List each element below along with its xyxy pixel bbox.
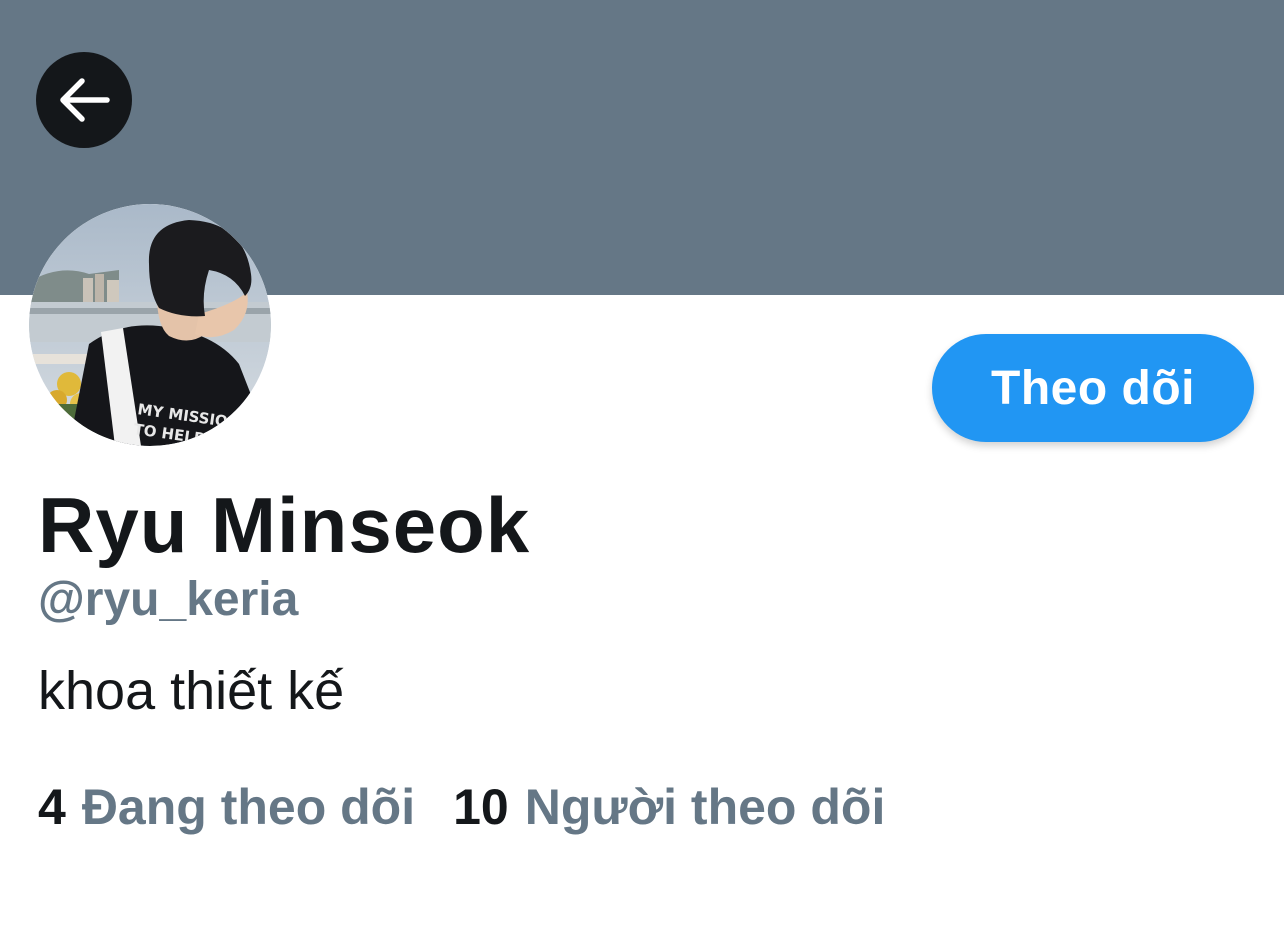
follow-button[interactable]: Theo dõi	[932, 334, 1254, 442]
followers-label: Người theo dõi	[524, 779, 886, 835]
followers-stat[interactable]: 10 Người theo dõi	[453, 778, 885, 836]
profile-bio: khoa thiết kế	[38, 661, 345, 721]
following-label: Đang theo dõi	[81, 779, 416, 835]
arrow-left-icon	[60, 78, 110, 122]
following-stat[interactable]: 4 Đang theo dõi	[38, 778, 415, 836]
followers-count: 10	[453, 779, 509, 835]
display-name: Ryu Minseok	[38, 481, 531, 569]
profile-stats: 4 Đang theo dõi 10 Người theo dõi	[38, 778, 885, 836]
avatar[interactable]: MY MISSION TO HELP	[29, 204, 271, 446]
user-handle: @ryu_keria	[38, 573, 299, 626]
following-count: 4	[38, 779, 66, 835]
avatar-photo: MY MISSION TO HELP	[29, 204, 271, 446]
back-button[interactable]	[36, 52, 132, 148]
